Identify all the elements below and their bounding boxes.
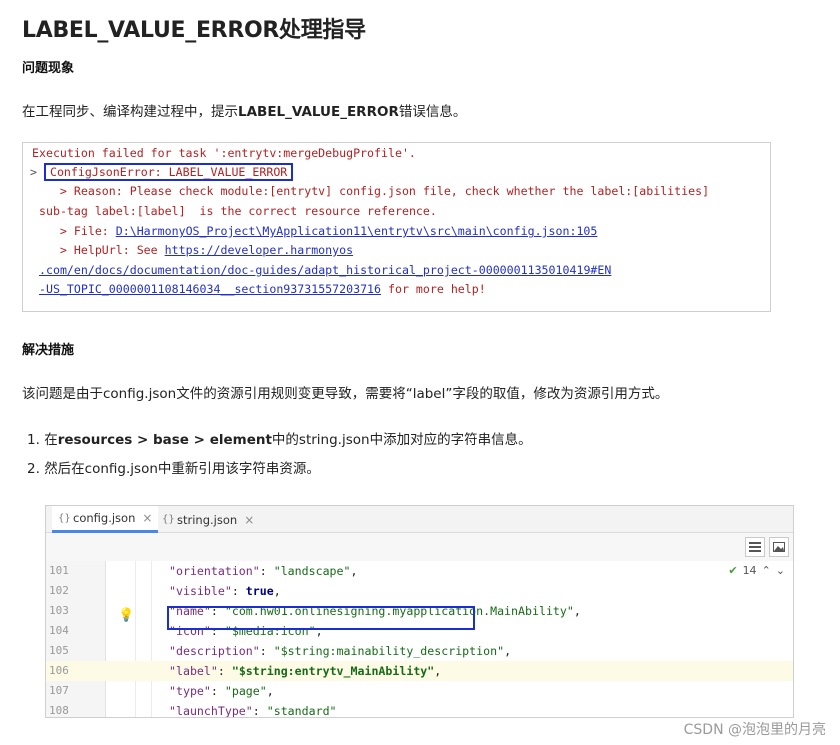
console-line-execution: Execution failed for task ':entrytv:merg… — [32, 146, 416, 160]
code-area[interactable]: 101 "orientation": "landscape", 102 "visibl… — [46, 561, 793, 718]
step-1-sep2: > — [188, 432, 210, 448]
chevron-up-icon[interactable]: ⌃ — [762, 564, 771, 577]
help-url-link-part3[interactable]: -US_TOPIC_0000001108146034__section93731… — [39, 282, 381, 296]
json-punct: , — [266, 684, 274, 698]
image-preview-icon[interactable] — [769, 537, 789, 557]
console-line-help-cont2: -US_TOPIC_0000001108146034__section93731… — [39, 281, 486, 297]
step-1-after: 中的string.json中添加对应的字符串信息。 — [271, 432, 532, 448]
line-number: 107 — [49, 684, 69, 697]
close-icon[interactable]: × — [142, 511, 152, 525]
code-text: "visible": true, — [169, 584, 281, 598]
json-punct: , — [573, 604, 581, 618]
line-number: 101 — [49, 564, 69, 577]
json-value: "landscape" — [273, 564, 351, 578]
symptom-text-bold: LABEL_VALUE_ERROR — [238, 104, 399, 120]
step-1-num: 1. — [27, 432, 40, 448]
code-text: "launchType": "standard" — [169, 704, 337, 718]
json-file-icon: {} — [58, 512, 71, 524]
json-punct: , — [273, 584, 281, 598]
solution-text: 该问题是由于config.json文件的资源引用规则变更导致，需要将“label… — [22, 386, 669, 402]
config-json-error-box: ConfigJsonError: LABEL_VALUE_ERROR — [43, 163, 294, 181]
symptom-text-after: 错误信息。 — [398, 104, 467, 120]
editor-toolbar — [46, 533, 793, 561]
step-2-num: 2. — [27, 461, 40, 477]
help-url-link-part2[interactable]: .com/en/docs/documentation/doc-guides/ad… — [39, 263, 611, 277]
console-line-help-cont: .com/en/docs/documentation/doc-guides/ad… — [39, 262, 611, 278]
json-value: "page" — [224, 684, 267, 698]
code-text: "type": "page", — [169, 684, 274, 698]
json-punct: , — [504, 644, 512, 658]
json-punct: , — [434, 664, 442, 678]
json-key: "launchType" — [169, 704, 253, 718]
code-line[interactable]: 101 "orientation": "landscape", — [46, 561, 793, 581]
step-1-base: base — [153, 432, 189, 448]
symptom-text-before: 在工程同步、编译构建过程中，提示 — [22, 104, 238, 120]
check-icon: ✔ — [728, 564, 738, 577]
line-number: 102 — [49, 584, 69, 597]
step-2: 2. 然后在config.json中重新引用该字符串资源。 — [27, 457, 320, 477]
lightbulb-icon[interactable]: 💡 — [118, 608, 134, 623]
line-number: 108 — [49, 704, 69, 717]
error-console: Execution failed for task ':entrytv:merg… — [22, 142, 771, 312]
console-line-reason: > Reason: Please check module:[entrytv] … — [32, 184, 710, 198]
file-link[interactable]: D:\HarmonyOS_Project\MyApplication11\ent… — [116, 224, 598, 238]
code-line[interactable]: 107 "type": "page", — [46, 681, 793, 701]
csdn-watermark: CSDN @泡泡里的月亮 — [683, 722, 826, 738]
json-value: "$string:entrytv_MainAbility" — [231, 664, 435, 678]
json-key: "description" — [169, 644, 260, 658]
step-1: 1. 在resources > base > element中的string.j… — [27, 428, 532, 448]
json-punct: , — [350, 564, 358, 578]
chevron-down-icon[interactable]: ⌄ — [776, 564, 785, 577]
help-prefix: > HelpUrl: See — [32, 243, 165, 257]
code-text: "description": "$string:mainability_desc… — [169, 644, 512, 658]
code-text: "label": "$string:entrytv_MainAbility", — [169, 664, 442, 678]
code-editor-screenshot: {} config.json × {} string.json × 101 "or… — [45, 505, 794, 718]
close-icon[interactable]: × — [244, 513, 254, 527]
console-prompt: > — [30, 165, 37, 179]
json-file-icon: {} — [162, 514, 175, 525]
step-1-resources: resources — [57, 432, 133, 448]
line-number: 103 — [49, 604, 69, 617]
help-url-link-part1[interactable]: https://developer.harmonyos — [165, 243, 353, 257]
console-line-reason-cont: sub-tag label:[label] is the correct res… — [39, 204, 437, 218]
menu-icon[interactable] — [745, 537, 765, 557]
step-1-sep1: > — [132, 432, 153, 448]
help-suffix: for more help! — [381, 282, 486, 296]
json-key: "orientation" — [169, 564, 260, 578]
step-2-text: 然后在config.json中重新引用该字符串资源。 — [44, 461, 320, 477]
tab-config-json[interactable]: {} config.json × — [52, 506, 159, 533]
json-key: "type" — [169, 684, 211, 698]
json-value: "standard" — [266, 704, 337, 718]
code-line[interactable]: 106 "label": "$string:entrytv_MainAbility… — [46, 661, 793, 681]
file-prefix: > File: — [32, 224, 116, 238]
json-value: true — [245, 584, 274, 598]
console-line-error: > ConfigJsonError: LABEL_VALUE_ERROR — [30, 163, 294, 181]
code-line[interactable]: 102 "visible": true, — [46, 581, 793, 601]
solution-heading: 解决措施 — [22, 343, 75, 358]
step-1-element: element — [209, 432, 272, 448]
json-value: "$string:mainability_description" — [273, 644, 505, 658]
code-text: "orientation": "landscape", — [169, 564, 358, 578]
line-number: 106 — [49, 664, 69, 677]
inspection-widget[interactable]: ✔ 14 ⌃ ⌄ — [728, 564, 785, 577]
code-line[interactable]: 105 "description": "$string:mainability_d… — [46, 641, 793, 661]
code-line[interactable]: 108 "launchType": "standard" — [46, 701, 793, 718]
inspection-count: 14 — [742, 564, 757, 577]
line-number: 105 — [49, 644, 69, 657]
label-line-highlight-box — [167, 606, 475, 630]
json-key: "label" — [169, 664, 218, 678]
symptom-heading: 问题现象 — [22, 61, 75, 76]
tab-string-json-label: string.json — [177, 512, 238, 527]
console-line-help: > HelpUrl: See https://developer.harmony… — [32, 242, 353, 258]
step-1-before: 在 — [44, 432, 58, 448]
tab-config-json-label: config.json — [73, 511, 136, 525]
editor-tab-bar: {} config.json × {} string.json × — [46, 506, 793, 533]
page-title: LABEL_VALUE_ERROR处理指导 — [22, 18, 366, 43]
json-key: "visible" — [169, 584, 232, 598]
symptom-text: 在工程同步、编译构建过程中，提示LABEL_VALUE_ERROR错误信息。 — [22, 100, 466, 120]
tab-string-json[interactable]: {} string.json × — [156, 506, 260, 533]
line-number: 104 — [49, 624, 69, 637]
console-line-file: > File: D:\HarmonyOS_Project\MyApplicati… — [32, 223, 597, 239]
